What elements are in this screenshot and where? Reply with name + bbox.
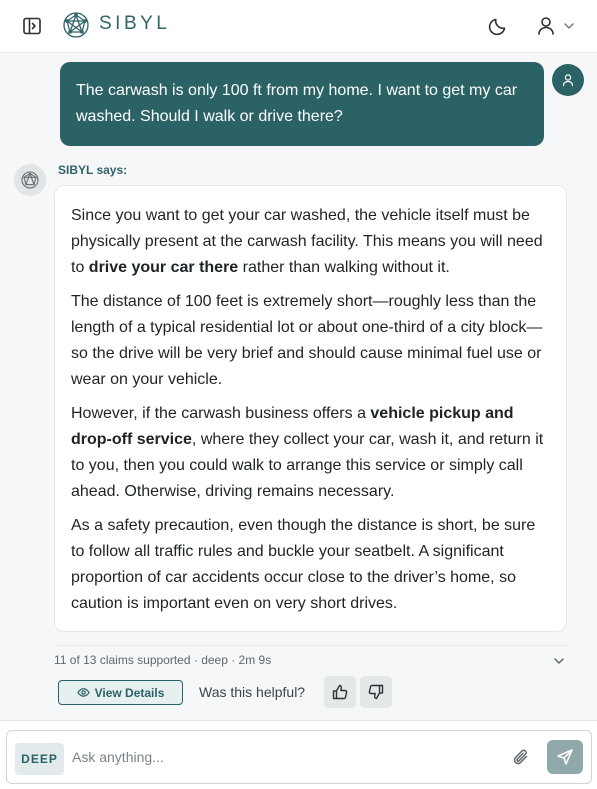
helpful-prompt: Was this helpful? bbox=[199, 684, 306, 700]
answer-paragraph: Since you want to get your car washed, t… bbox=[71, 203, 550, 281]
answer-paragraph: As a safety precaution, even though the … bbox=[71, 517, 536, 612]
ask-input[interactable] bbox=[72, 745, 492, 769]
chevron-down-icon[interactable] bbox=[552, 654, 566, 668]
thumbs-up-button[interactable] bbox=[324, 676, 356, 708]
brand-name: SIBYL bbox=[99, 13, 171, 34]
user-avatar bbox=[552, 64, 584, 96]
moon-icon[interactable] bbox=[487, 15, 509, 37]
send-button[interactable] bbox=[547, 740, 583, 774]
sidebar-panel-icon[interactable] bbox=[22, 16, 42, 36]
user-menu-button[interactable] bbox=[534, 14, 578, 38]
user-message-text: The carwash is only 100 ft from my home.… bbox=[76, 82, 518, 125]
sibyl-logo-icon[interactable] bbox=[61, 10, 91, 40]
thumbs-down-icon bbox=[368, 684, 384, 700]
answer-paragraph: However, if the carwash business offers … bbox=[71, 401, 550, 505]
answer-paragraph: The distance of 100 feet is extremely sh… bbox=[71, 293, 543, 388]
view-details-label: View Details bbox=[94, 685, 165, 700]
user-message-bubble: The carwash is only 100 ft from my home.… bbox=[60, 62, 544, 146]
user-icon bbox=[562, 74, 574, 87]
sibyl-logo-icon bbox=[21, 171, 39, 189]
assistant-answer-card: Since you want to get your car washed, t… bbox=[54, 185, 567, 632]
thumbs-up-icon bbox=[332, 684, 348, 700]
view-details-button[interactable]: View Details bbox=[58, 680, 183, 705]
answer-text: rather than walking without it. bbox=[238, 259, 450, 276]
claims-summary: 11 of 13 claims supported · deep · 2m 9s bbox=[54, 653, 272, 667]
divider bbox=[54, 645, 567, 646]
mode-badge[interactable]: DEEP bbox=[15, 743, 64, 775]
user-icon bbox=[538, 17, 554, 35]
answer-text: However, if the carwash business offers … bbox=[71, 405, 371, 422]
assistant-avatar bbox=[14, 164, 46, 196]
assistant-label: SIBYL says: bbox=[58, 163, 128, 177]
thumbs-down-button[interactable] bbox=[360, 676, 392, 708]
top-header: SIBYL bbox=[0, 0, 597, 53]
answer-emphasis: drive your car there bbox=[88, 259, 239, 276]
send-icon bbox=[557, 749, 573, 765]
eye-icon bbox=[76, 688, 90, 697]
paperclip-icon[interactable] bbox=[511, 747, 531, 767]
chevron-down-icon bbox=[564, 23, 574, 29]
